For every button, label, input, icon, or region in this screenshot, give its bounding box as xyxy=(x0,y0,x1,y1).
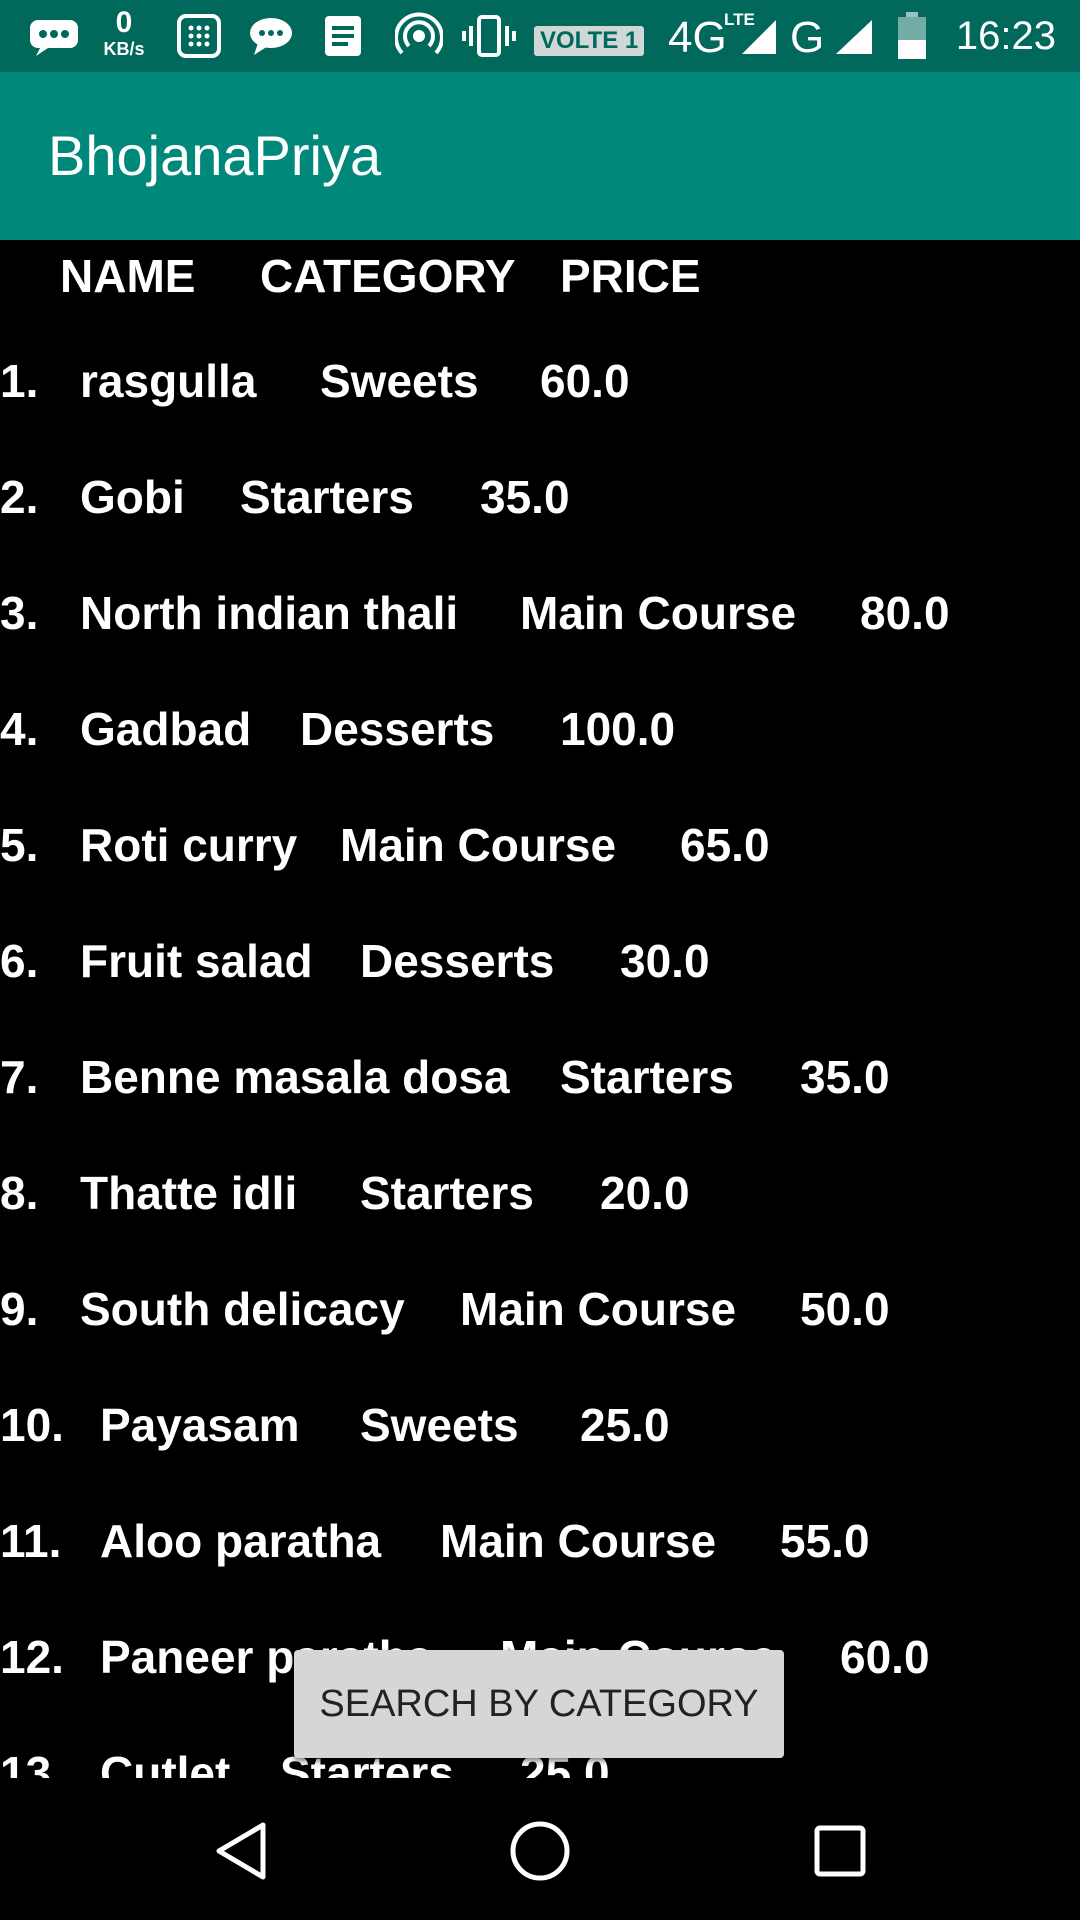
row-number: 9. xyxy=(0,1283,39,1335)
status-time: 16:23 xyxy=(955,14,1056,58)
item-name: Gobi xyxy=(80,471,185,523)
calculator-icon xyxy=(174,0,224,72)
row-number: 10. xyxy=(0,1399,64,1451)
item-category: Main Course xyxy=(340,819,617,871)
message-icon xyxy=(26,0,82,72)
item-price: 30.0 xyxy=(620,935,710,987)
row-number: 7. xyxy=(0,1051,39,1103)
list-item[interactable]: 1. rasgulla Sweets 60.0 xyxy=(0,346,1080,416)
row-number: 4. xyxy=(0,703,39,755)
item-category: Sweets xyxy=(360,1399,519,1451)
item-price: 55.0 xyxy=(780,1515,870,1567)
chat-icon xyxy=(246,0,296,72)
list-item[interactable]: 2. Gobi Starters 35.0 xyxy=(0,462,1080,532)
row-number: 12. xyxy=(0,1631,64,1683)
header-name: NAME xyxy=(60,250,196,302)
nav-bar xyxy=(0,1778,1080,1920)
item-name: Roti curry xyxy=(80,819,298,871)
row-number: 5. xyxy=(0,819,39,871)
network-g-label: G xyxy=(790,13,825,62)
signal-icon xyxy=(830,0,876,72)
item-name: Payasam xyxy=(100,1399,300,1451)
app-title: BhojanaPriya xyxy=(48,124,382,187)
list-item[interactable]: 9. South delicacy Main Course 50.0 xyxy=(0,1274,1080,1344)
list-item[interactable]: 8. Thatte idli Starters 20.0 xyxy=(0,1158,1080,1228)
item-name: North indian thali xyxy=(80,587,459,639)
row-number: 3. xyxy=(0,587,39,639)
item-category: Main Course xyxy=(440,1515,717,1567)
item-category: Desserts xyxy=(360,935,555,987)
home-icon[interactable] xyxy=(495,1806,585,1896)
item-price: 35.0 xyxy=(800,1051,890,1103)
row-number: 2. xyxy=(0,471,39,523)
item-price: 60.0 xyxy=(540,355,630,407)
network-4g-label: 4G xyxy=(668,13,727,62)
item-name: Gadbad xyxy=(80,703,252,755)
item-name: Fruit salad xyxy=(80,935,313,987)
app-bar: BhojanaPriya xyxy=(0,72,1080,240)
item-name: South delicacy xyxy=(80,1283,405,1335)
list-item[interactable]: 7. Benne masala dosa Starters 35.0 xyxy=(0,1042,1080,1112)
item-category: Main Course xyxy=(520,587,797,639)
menu-list[interactable]: 1. rasgulla Sweets 60.0 2. Gobi Starters 35.0 3.… xyxy=(0,346,1080,1778)
signal-icon xyxy=(736,0,780,72)
item-price: 65.0 xyxy=(680,819,770,871)
search-by-category-button[interactable]: SEARCH BY CATEGORY xyxy=(294,1650,784,1758)
list-item[interactable]: 3. North indian thali Main Course 80.0 xyxy=(0,578,1080,648)
list-item[interactable]: 5. Roti curry Main Course 65.0 xyxy=(0,810,1080,880)
item-name: rasgulla xyxy=(80,355,257,407)
item-name: Thatte idli xyxy=(80,1167,298,1219)
list-item[interactable]: 10. Payasam Sweets 25.0 xyxy=(0,1390,1080,1460)
list-item[interactable]: 11. Aloo paratha Main Course 55.0 xyxy=(0,1506,1080,1576)
item-category: Main Course xyxy=(460,1283,737,1335)
item-price: 35.0 xyxy=(480,471,570,523)
row-number: 6. xyxy=(0,935,39,987)
header-category: CATEGORY xyxy=(260,250,516,302)
item-category: Desserts xyxy=(300,703,495,755)
net-speed-unit: KB/s xyxy=(103,39,145,59)
back-icon[interactable] xyxy=(196,1806,286,1896)
volte-badge: VOLTE 1 xyxy=(534,26,645,56)
row-number: 1. xyxy=(0,355,39,407)
item-price: 60.0 xyxy=(840,1631,930,1683)
item-category: Starters xyxy=(560,1051,734,1103)
recents-icon[interactable] xyxy=(795,1806,885,1896)
status-bar: 0 KB/s VOLTE 1 4G LTE G 16:23 xyxy=(0,0,1080,72)
net-speed-indicator: 0 KB/s xyxy=(96,6,152,58)
item-price: 20.0 xyxy=(600,1167,690,1219)
list-item[interactable]: 4. Gadbad Desserts 100.0 xyxy=(0,694,1080,764)
table-header: NAME CATEGORY PRICE xyxy=(0,246,1080,306)
item-name: Aloo paratha xyxy=(100,1515,382,1567)
list-item[interactable]: 6. Fruit salad Desserts 30.0 xyxy=(0,926,1080,996)
net-speed-value: 0 xyxy=(115,6,133,39)
item-category: Starters xyxy=(360,1167,534,1219)
battery-icon xyxy=(894,0,930,72)
vibrate-icon xyxy=(460,0,518,72)
row-number: 8. xyxy=(0,1167,39,1219)
item-name: Benne masala dosa xyxy=(80,1051,510,1103)
notes-icon xyxy=(320,0,366,72)
row-number: 13. xyxy=(0,1747,64,1778)
item-category: Starters xyxy=(240,471,414,523)
item-price: 25.0 xyxy=(580,1399,670,1451)
header-price: PRICE xyxy=(560,250,701,302)
item-price: 50.0 xyxy=(800,1283,890,1335)
hotspot-icon xyxy=(394,0,444,72)
item-price: 80.0 xyxy=(860,587,950,639)
item-price: 100.0 xyxy=(560,703,676,755)
row-number: 11. xyxy=(0,1515,62,1567)
item-category: Sweets xyxy=(320,355,479,407)
item-name: Cutlet xyxy=(100,1747,231,1778)
